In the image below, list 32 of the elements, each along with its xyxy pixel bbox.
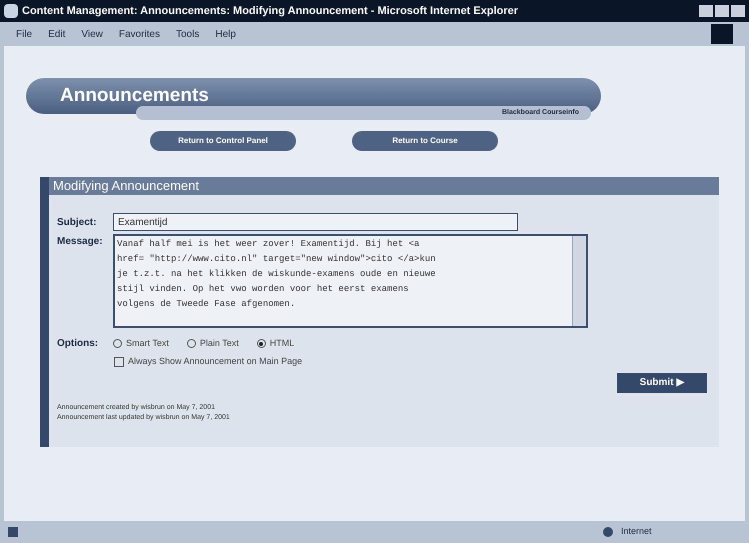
message-line: Vanaf half mei is het weer zover! Examentijd. Bij het <a <box>117 238 420 251</box>
banner-title: Announcements <box>60 84 209 108</box>
menu-item[interactable]: Edit <box>48 26 66 42</box>
message-line: volgens de Tweede Fase afgenomen. <box>117 298 296 311</box>
nav-button[interactable]: Return to Control Panel <box>150 131 296 151</box>
subject-label: Subject: <box>57 216 98 230</box>
nav-button[interactable]: Return to Course <box>352 131 498 151</box>
message-field[interactable] <box>113 234 588 328</box>
message-line: href= "http://www.cito.nl" target="new window">cito </a>kun <box>117 253 437 266</box>
radio-button[interactable] <box>256 339 266 348</box>
submit-button[interactable]: Submit ▶ <box>617 372 707 392</box>
radio-button[interactable] <box>186 339 196 348</box>
scrollbar[interactable] <box>572 236 586 326</box>
menu-item[interactable]: Help <box>215 26 236 42</box>
options-label: Options: <box>57 337 100 351</box>
menu-item[interactable]: View <box>81 26 103 42</box>
radio-label: Plain Text <box>200 336 239 350</box>
message-label: Message: <box>57 235 104 249</box>
radio-button[interactable] <box>113 339 122 348</box>
section-title: Modifying Announcement <box>53 177 199 196</box>
checkbox-label: Always Show Announcement on Main Page <box>128 355 302 368</box>
radio-label: HTML <box>270 336 294 350</box>
message-line: stijl vinden. Op het vwo worden voor het eerst examens <box>117 283 410 296</box>
zone-label: Internet <box>621 525 653 538</box>
radio-label: Smart Text <box>126 336 169 350</box>
menu-item[interactable]: Favorites <box>118 26 160 42</box>
message-line: je t.z.t. na het klikken de wiskunde-examens oude en nieuwe <box>117 268 437 281</box>
window-title: Content Management: Announcements: Modifying Announcement - Microsoft Internet Explorer <box>22 4 520 19</box>
subject-field[interactable]: Examentijd <box>113 213 518 231</box>
menu-item[interactable]: Tools <box>176 26 200 42</box>
menu-item[interactable]: File <box>16 26 32 42</box>
checkbox[interactable] <box>114 356 124 367</box>
